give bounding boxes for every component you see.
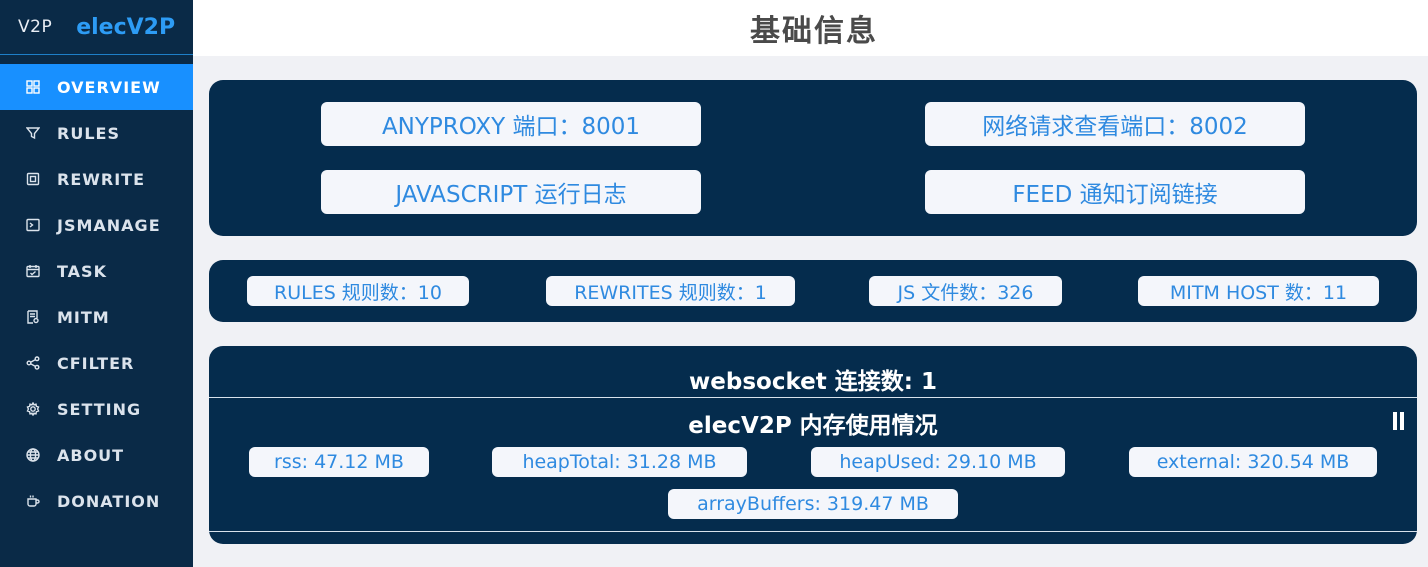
sidebar-item-label: TASK (57, 261, 107, 281)
app-name: elecV2P (76, 14, 176, 40)
sidebar-item-cfilter[interactable]: CFILTER (0, 340, 193, 386)
divider (209, 531, 1417, 532)
js-files-count-badge[interactable]: JS 文件数：326 (869, 276, 1062, 306)
globe-icon (26, 448, 40, 462)
anyproxy-port-button[interactable]: ANYPROXY 端口：8001 (321, 102, 701, 146)
sidebar-item-label: REWRITE (57, 169, 146, 189)
runtime-panel: websocket 连接数: 1 elecV2P 内存使用情况 rss: 47.… (209, 346, 1417, 544)
coffee-icon (26, 494, 40, 508)
sidebar-item-mitm[interactable]: MITM (0, 294, 193, 340)
sidebar-item-about[interactable]: ABOUT (0, 432, 193, 478)
brand: V2P elecV2P (0, 0, 193, 55)
gear-icon (26, 402, 40, 416)
js-log-button[interactable]: JAVASCRIPT 运行日志 (321, 170, 701, 214)
page-title: 基础信息 (750, 14, 878, 49)
sidebar-item-setting[interactable]: SETTING (0, 386, 193, 432)
sidebar-item-label: JSMANAGE (57, 215, 161, 235)
sidebar-item-overview[interactable]: OVERVIEW (0, 64, 193, 110)
calendar-icon (26, 264, 40, 278)
sidebar-item-task[interactable]: TASK (0, 248, 193, 294)
sidebar-item-rewrite[interactable]: REWRITE (0, 156, 193, 202)
memory-array-buffers: arrayBuffers: 319.47 MB (668, 489, 958, 519)
rewrites-count-badge[interactable]: REWRITES 规则数：1 (546, 276, 795, 306)
memory-rss: rss: 47.12 MB (249, 447, 429, 477)
mitm-host-count-badge[interactable]: MITM HOST 数：11 (1138, 276, 1379, 306)
pause-icon[interactable] (1391, 412, 1405, 430)
feed-link-button[interactable]: FEED 通知订阅链接 (925, 170, 1305, 214)
page-header: 基础信息 (193, 0, 1428, 56)
sidebar-item-rules[interactable]: RULES (0, 110, 193, 156)
rewrite-icon (26, 172, 40, 186)
main-content: ANYPROXY 端口：8001 网络请求查看端口：8002 JAVASCRIP… (193, 56, 1428, 567)
sidebar-item-label: CFILTER (57, 353, 135, 373)
sidebar-item-jsmanage[interactable]: JSMANAGE (0, 202, 193, 248)
sidebar-item-label: RULES (57, 123, 120, 143)
sidebar-menu: OVERVIEW RULES REWRITE JSMANAGE TASK MIT… (0, 64, 193, 524)
network-view-port-button[interactable]: 网络请求查看端口：8002 (925, 102, 1305, 146)
sidebar-item-donation[interactable]: DONATION (0, 478, 193, 524)
rules-count-badge[interactable]: RULES 规则数：10 (247, 276, 469, 306)
sidebar-item-label: ABOUT (57, 445, 125, 465)
memory-title: elecV2P 内存使用情况 (688, 413, 938, 439)
sidebar-item-label: MITM (57, 307, 110, 327)
sidebar-item-label: SETTING (57, 399, 142, 419)
stats-panel: RULES 规则数：10 REWRITES 规则数：1 JS 文件数：326 M… (209, 260, 1417, 322)
links-panel: ANYPROXY 端口：8001 网络请求查看端口：8002 JAVASCRIP… (209, 80, 1417, 236)
filter-icon (26, 126, 40, 140)
sidebar-item-label: OVERVIEW (57, 77, 161, 97)
memory-heap-used: heapUsed: 29.10 MB (811, 447, 1065, 477)
sidebar: V2P elecV2P OVERVIEW RULES REWRITE JSMAN… (0, 0, 193, 567)
logo: V2P (18, 17, 53, 37)
grid-icon (26, 80, 40, 94)
sidebar-item-label: DONATION (57, 491, 161, 511)
share-icon (26, 356, 40, 370)
websocket-count: websocket 连接数: 1 (689, 369, 937, 395)
memory-heap-total: heapTotal: 31.28 MB (492, 447, 747, 477)
memory-external: external: 320.54 MB (1129, 447, 1377, 477)
certificate-icon (26, 310, 40, 324)
divider (209, 397, 1417, 398)
terminal-icon (26, 218, 40, 232)
